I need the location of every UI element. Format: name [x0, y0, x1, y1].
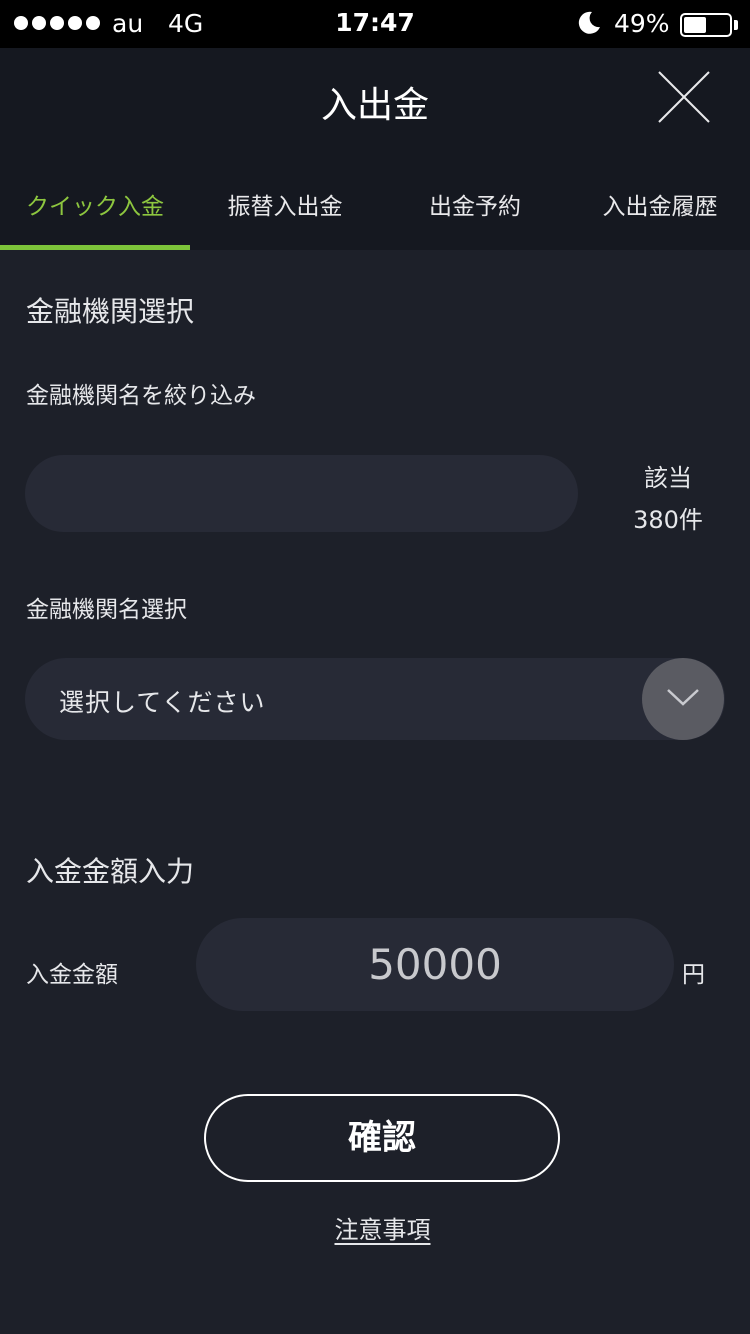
filter-label: 金融機関名を絞り込み: [26, 383, 256, 409]
tab-bar: クイック入金 振替入出金 出金予約 入出金履歴: [0, 178, 750, 250]
close-icon[interactable]: [655, 68, 713, 126]
currency-unit: 円: [682, 962, 705, 988]
battery-percentage: 49%: [614, 9, 670, 38]
amount-input[interactable]: 50000: [196, 918, 674, 1011]
chevron-down-icon: [667, 689, 699, 706]
confirm-button[interactable]: 確認: [204, 1094, 560, 1182]
match-count-label: 該当: [644, 464, 692, 492]
institution-select[interactable]: 選択してください: [25, 658, 725, 740]
match-count-value: 380件: [633, 506, 703, 534]
select-label: 金融機関名選択: [26, 597, 187, 623]
institution-section-title: 金融機関選択: [26, 295, 195, 328]
page-title: 入出金: [320, 85, 429, 126]
moon-icon: [578, 11, 600, 34]
battery-icon: [680, 13, 732, 37]
tab-transfer[interactable]: 振替入出金: [190, 178, 380, 250]
active-tab-indicator: [0, 245, 190, 250]
institution-filter-input[interactable]: [25, 455, 578, 532]
select-placeholder: 選択してください: [59, 688, 266, 717]
amount-label: 入金金額: [26, 962, 118, 988]
header: 入出金 クイック入金 振替入出金 出金予約 入出金履歴: [0, 48, 750, 250]
tab-quick-deposit[interactable]: クイック入金: [0, 178, 190, 250]
deposit-section-title: 入金金額入力: [26, 855, 195, 888]
select-dropdown-button[interactable]: [642, 658, 724, 740]
notes-link[interactable]: 注意事項: [0, 1210, 750, 1245]
status-bar: au 4G 17:47 49%: [0, 0, 750, 48]
tab-history[interactable]: 入出金履歴: [570, 178, 750, 250]
tab-withdrawal-reservation[interactable]: 出金予約: [380, 178, 570, 250]
